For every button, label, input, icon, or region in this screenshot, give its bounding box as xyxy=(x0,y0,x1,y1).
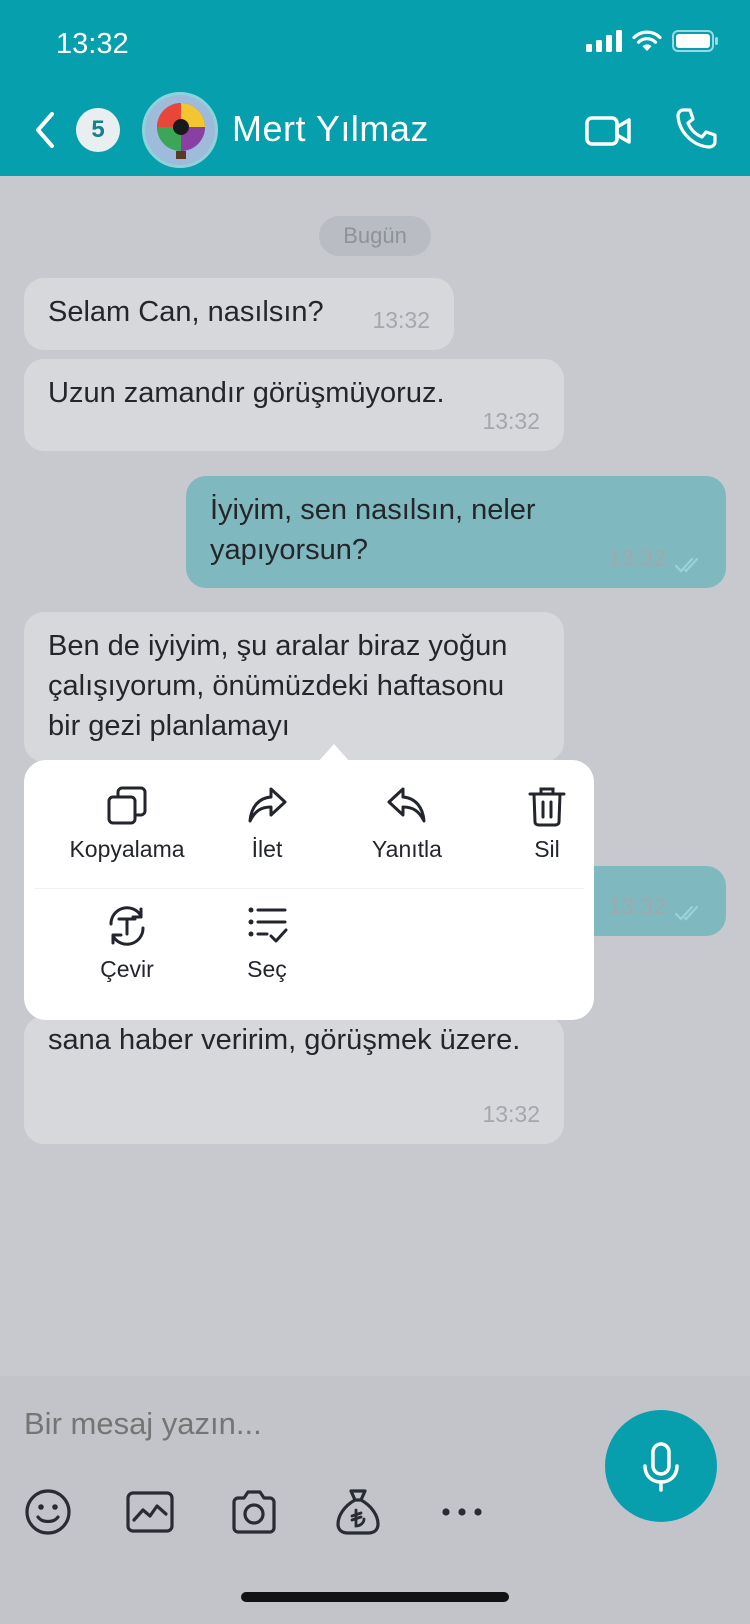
message-bubble-incoming[interactable]: Ben de iyiyim, şu aralar biraz yoğun çal… xyxy=(24,612,564,762)
nav-bar: 5 Mert Yılmaz xyxy=(0,88,750,174)
voice-record-button[interactable] xyxy=(605,1410,717,1522)
menu-divider xyxy=(34,888,584,889)
trash-icon xyxy=(528,787,566,827)
message-composer xyxy=(0,1376,750,1624)
emoji-icon[interactable] xyxy=(22,1486,74,1538)
select-list-icon xyxy=(248,907,288,943)
status-time: 13:32 xyxy=(56,28,129,60)
date-separator: Bugün xyxy=(319,216,431,256)
menu-item-label: Kopyalama xyxy=(69,836,185,862)
message-time: 13:32 xyxy=(608,545,666,571)
message-text: Ben de iyiyim, şu aralar biraz yoğun çal… xyxy=(48,630,508,742)
menu-item-select[interactable]: Seç xyxy=(197,904,337,1004)
home-indicator xyxy=(241,1592,509,1602)
menu-item-label: Yanıtla xyxy=(372,836,442,862)
reply-icon xyxy=(387,787,426,823)
message-bubble-incoming[interactable]: sana haber veririm, görüşmek üzere. 13:3… xyxy=(24,1016,564,1144)
message-text: sana haber veririm, görüşmek üzere. xyxy=(48,1024,521,1056)
unread-count-badge[interactable]: 5 xyxy=(76,108,120,152)
double-check-icon xyxy=(674,905,699,921)
camera-icon[interactable] xyxy=(228,1486,280,1538)
message-context-menu: Kopyalama İlet Yanıtla Sil Çevir Seç xyxy=(24,744,594,1020)
gallery-icon[interactable] xyxy=(124,1486,176,1538)
message-input[interactable] xyxy=(24,1406,544,1442)
forward-icon xyxy=(248,787,287,823)
cellular-signal-icon xyxy=(586,30,622,52)
message-bubble-incoming[interactable]: Uzun zamandır görüşmüyoruz. 13:32 xyxy=(24,359,564,451)
message-time: 13:32 xyxy=(608,893,666,919)
avatar[interactable] xyxy=(142,92,218,168)
contact-name[interactable]: Mert Yılmaz xyxy=(232,108,429,150)
menu-item-delete[interactable]: Sil xyxy=(477,784,617,884)
menu-item-label: İlet xyxy=(251,836,283,862)
menu-item-forward[interactable]: İlet xyxy=(197,784,337,884)
phone-icon[interactable] xyxy=(674,106,718,150)
more-icon[interactable] xyxy=(436,1486,488,1538)
menu-pointer xyxy=(318,744,350,762)
translate-icon xyxy=(109,906,145,946)
message-text: Uzun zamandır görüşmüyoruz. xyxy=(48,377,445,409)
menu-item-label: Çevir xyxy=(100,956,154,982)
message-time: 13:32 xyxy=(482,408,540,434)
battery-icon xyxy=(672,30,718,52)
hot-air-balloon-image xyxy=(145,95,215,165)
message-time: 13:32 xyxy=(372,307,430,333)
double-check-icon xyxy=(674,557,699,573)
menu-item-copy[interactable]: Kopyalama xyxy=(57,784,197,884)
video-camera-icon[interactable] xyxy=(585,110,631,150)
menu-item-label: Sil xyxy=(534,836,560,862)
status-icons xyxy=(586,30,718,52)
menu-item-translate[interactable]: Çevir xyxy=(57,904,197,1004)
message-bubble-incoming[interactable]: Selam Can, nasılsın? 13:32 xyxy=(24,278,454,350)
chat-header: 13:32 5 Mert Yılmaz xyxy=(0,0,750,176)
message-bubble-outgoing[interactable]: İyiyim, sen nasılsın, neler yapıyorsun? … xyxy=(186,476,726,588)
money-bag-icon[interactable] xyxy=(332,1486,384,1538)
copy-icon xyxy=(107,786,147,825)
microphone-icon xyxy=(643,1442,679,1492)
menu-item-reply[interactable]: Yanıtla xyxy=(337,784,477,884)
back-chevron-icon[interactable] xyxy=(28,108,64,152)
wifi-icon xyxy=(632,30,662,51)
menu-item-label: Seç xyxy=(247,956,287,982)
message-time: 13:32 xyxy=(482,1101,540,1127)
